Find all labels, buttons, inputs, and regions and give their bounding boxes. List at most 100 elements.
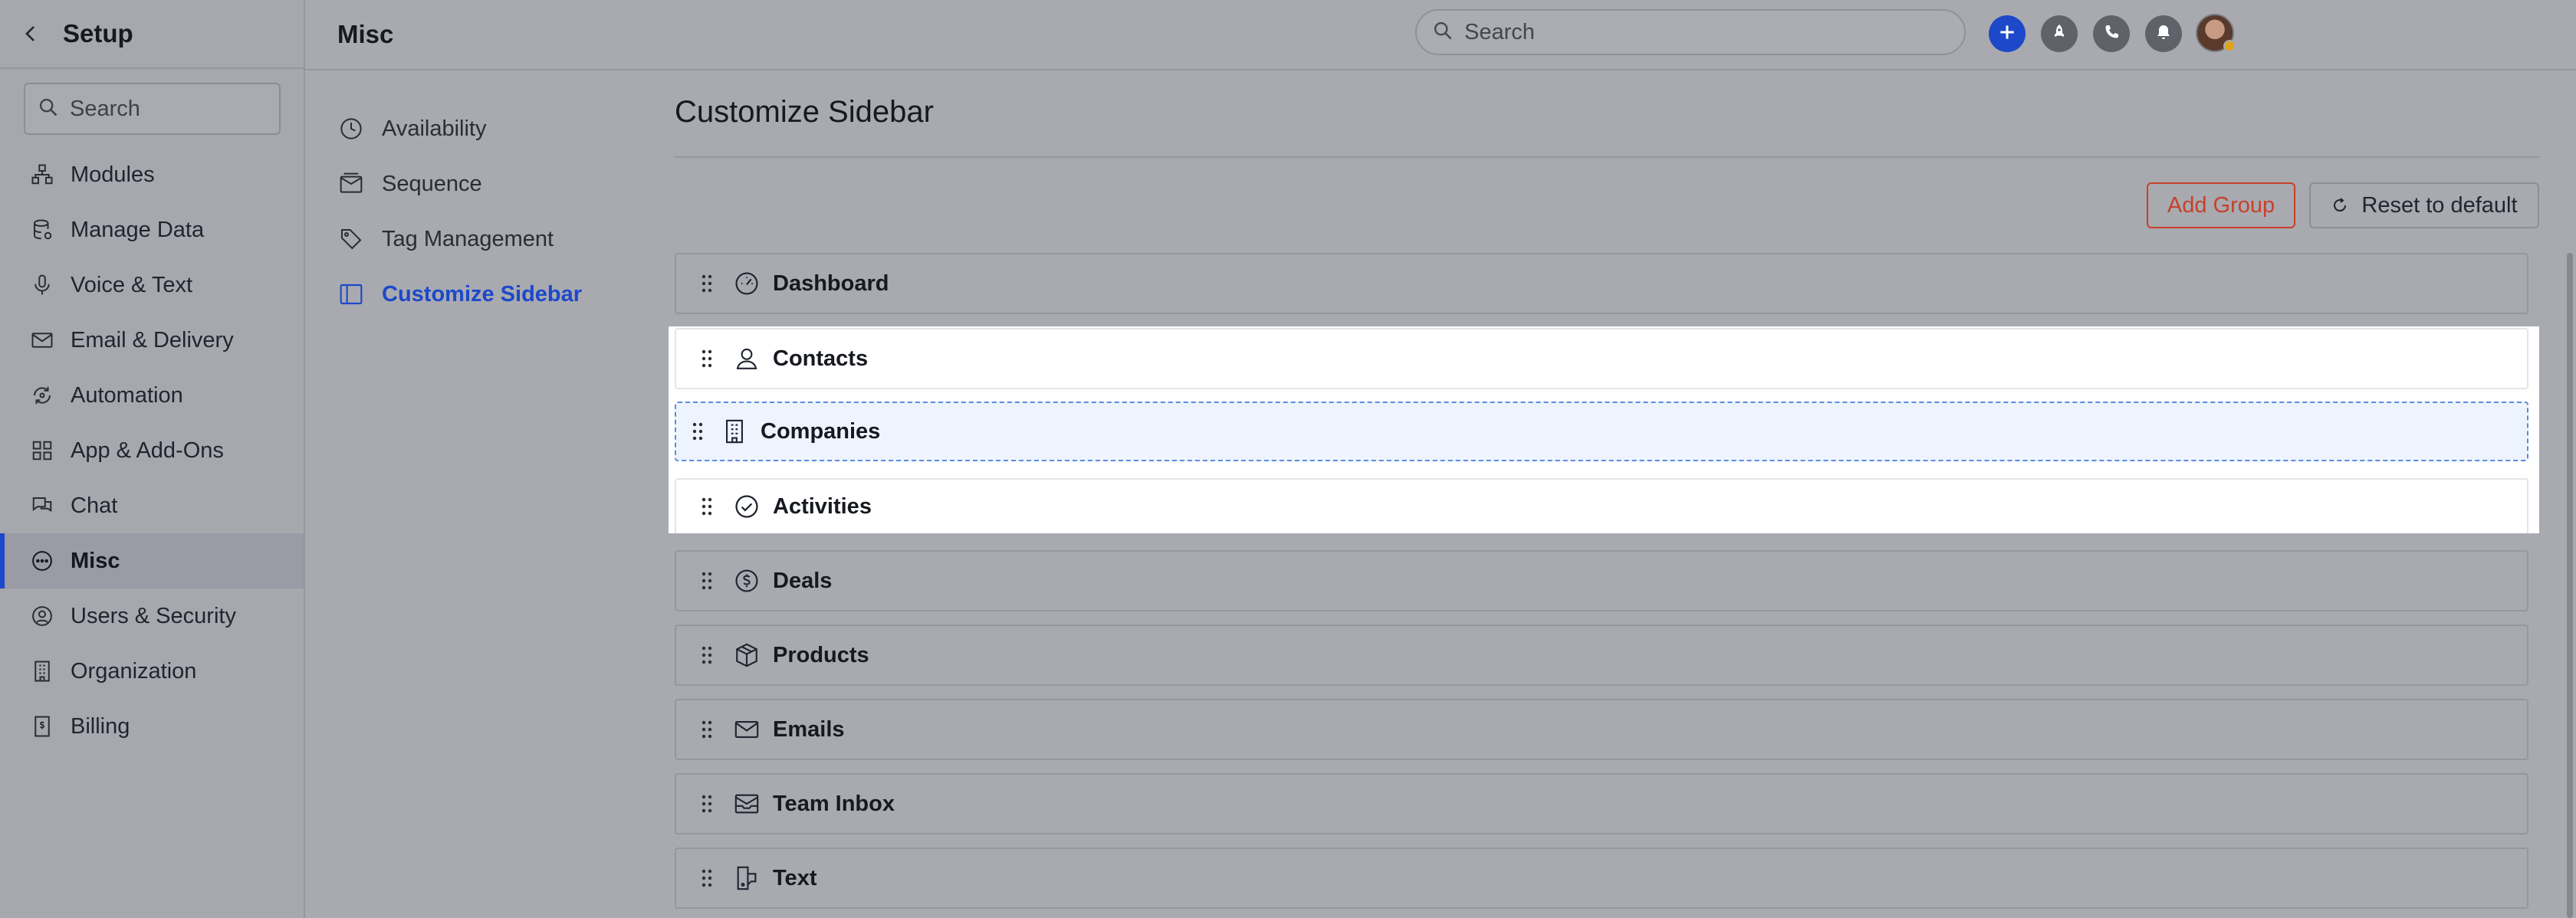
check-circle-icon xyxy=(731,491,762,522)
automation-icon xyxy=(29,382,55,408)
row-label: Contacts xyxy=(773,346,869,371)
nav-item-automation[interactable]: Automation xyxy=(0,368,304,423)
inbox-icon xyxy=(731,788,762,819)
sidebar-config-row-activities[interactable]: Activities xyxy=(675,478,2528,533)
drag-handle-icon[interactable] xyxy=(676,571,731,591)
subnav-item-tag-management[interactable]: Tag Management xyxy=(305,211,642,267)
sidebar-config-row-text[interactable]: Text xyxy=(675,848,2528,909)
sidebar-config-row-emails[interactable]: Emails xyxy=(675,699,2528,760)
apps-icon xyxy=(29,438,55,464)
chat-icon xyxy=(29,493,55,519)
add-group-button[interactable]: Add Group xyxy=(2147,182,2295,228)
row-label: Team Inbox xyxy=(773,791,895,816)
database-icon xyxy=(29,217,55,243)
setup-search-box[interactable] xyxy=(24,83,281,135)
more-circle-icon xyxy=(29,548,55,574)
drag-handle-icon[interactable] xyxy=(676,421,719,441)
nav-item-organization[interactable]: Organization xyxy=(0,644,304,699)
microphone-icon xyxy=(29,272,55,298)
row-label: Activities xyxy=(773,493,872,519)
nav-item-voice-text[interactable]: Voice & Text xyxy=(0,257,304,313)
building-icon xyxy=(29,658,55,684)
misc-subnav: Availability Sequence Tag Management Cus… xyxy=(305,70,642,322)
refresh-icon xyxy=(2331,196,2349,215)
sidebar-config-row-companies[interactable]: Companies xyxy=(675,402,2528,461)
rocket-icon xyxy=(2050,23,2068,45)
notifications-button[interactable] xyxy=(2145,15,2182,52)
drag-handle-icon[interactable] xyxy=(676,720,731,739)
nav-label: Automation xyxy=(71,382,183,408)
phone-button[interactable] xyxy=(2093,15,2130,52)
global-search-input[interactable] xyxy=(1464,19,1924,45)
dollar-circle-icon xyxy=(731,566,762,596)
row-label: Products xyxy=(773,642,869,667)
subnav-item-customize-sidebar[interactable]: Customize Sidebar xyxy=(305,267,642,322)
drag-handle-icon[interactable] xyxy=(676,497,731,516)
nav-item-users-security[interactable]: Users & Security xyxy=(0,589,304,644)
sidebar-config-row-team-inbox[interactable]: Team Inbox xyxy=(675,773,2528,834)
sidebar-config-row-deals[interactable]: Deals xyxy=(675,550,2528,611)
drag-handle-icon[interactable] xyxy=(676,645,731,665)
page-title: Misc xyxy=(337,20,394,48)
person-icon xyxy=(731,343,762,374)
sidebar-config-row-contacts[interactable]: Contacts xyxy=(675,328,2528,389)
row-label: Deals xyxy=(773,568,833,593)
receipt-icon xyxy=(29,713,55,739)
nav-label: Organization xyxy=(71,658,197,684)
chevron-left-icon[interactable] xyxy=(21,24,41,44)
nav-label: Email & Delivery xyxy=(71,327,234,352)
setup-search-input[interactable] xyxy=(70,96,269,122)
nav-item-chat[interactable]: Chat xyxy=(0,478,304,533)
drag-handle-icon[interactable] xyxy=(676,794,731,814)
scrollbar-thumb[interactable] xyxy=(2567,253,2573,918)
sidebar-config-row-dashboard[interactable]: Dashboard xyxy=(675,253,2528,314)
plus-icon xyxy=(1997,22,2017,46)
phone-icon xyxy=(2102,23,2121,45)
row-label: Emails xyxy=(773,716,845,742)
envelope-icon xyxy=(731,714,762,745)
reset-label: Reset to default xyxy=(2361,192,2518,218)
subnav-label: Sequence xyxy=(382,171,482,196)
announcements-button[interactable] xyxy=(2041,15,2078,52)
modules-icon xyxy=(29,162,55,188)
sidebar-config-row-products[interactable]: Products xyxy=(675,625,2528,686)
subnav-label: Availability xyxy=(382,116,487,141)
divider xyxy=(675,156,2539,158)
search-icon xyxy=(1432,20,1454,45)
row-label: Companies xyxy=(761,418,881,444)
nav-label: Modules xyxy=(71,162,155,187)
subnav-item-sequence[interactable]: Sequence xyxy=(305,156,642,211)
nav-item-email-delivery[interactable]: Email & Delivery xyxy=(0,313,304,368)
section-title: Customize Sidebar xyxy=(675,95,934,129)
subnav-label: Tag Management xyxy=(382,226,554,251)
status-dot xyxy=(2223,40,2236,52)
nav-item-billing[interactable]: Billing xyxy=(0,699,304,754)
nav-item-manage-data[interactable]: Manage Data xyxy=(0,202,304,257)
text-message-icon xyxy=(731,863,762,893)
add-new-button[interactable] xyxy=(1989,15,2026,52)
nav-label: Misc xyxy=(71,548,120,573)
nav-item-app-addons[interactable]: App & Add-Ons xyxy=(0,423,304,478)
setup-nav: Modules Manage Data Voice & Text Email &… xyxy=(0,147,304,754)
nav-label: Manage Data xyxy=(71,217,205,242)
tag-icon xyxy=(337,225,365,253)
setup-header: Setup xyxy=(0,0,304,69)
nav-label: Users & Security xyxy=(71,603,236,628)
reset-to-default-button[interactable]: Reset to default xyxy=(2309,182,2539,228)
drag-handle-icon[interactable] xyxy=(676,349,731,369)
setup-title: Setup xyxy=(63,19,133,48)
subnav-item-availability[interactable]: Availability xyxy=(305,101,642,156)
nav-label: Billing xyxy=(71,713,130,739)
bell-icon xyxy=(2154,23,2173,45)
drag-handle-icon[interactable] xyxy=(676,274,731,293)
nav-item-misc[interactable]: Misc xyxy=(0,533,304,589)
drag-handle-icon[interactable] xyxy=(676,868,731,888)
box-icon xyxy=(731,640,762,670)
nav-label: Chat xyxy=(71,493,118,518)
global-search-box[interactable] xyxy=(1415,9,1966,55)
gauge-icon xyxy=(731,268,762,299)
row-label: Text xyxy=(773,865,817,890)
setup-sidebar: Setup Modules Manage Data Voice & Text E… xyxy=(0,0,305,918)
nav-item-modules[interactable]: Modules xyxy=(0,147,304,202)
add-group-label: Add Group xyxy=(2167,192,2275,218)
